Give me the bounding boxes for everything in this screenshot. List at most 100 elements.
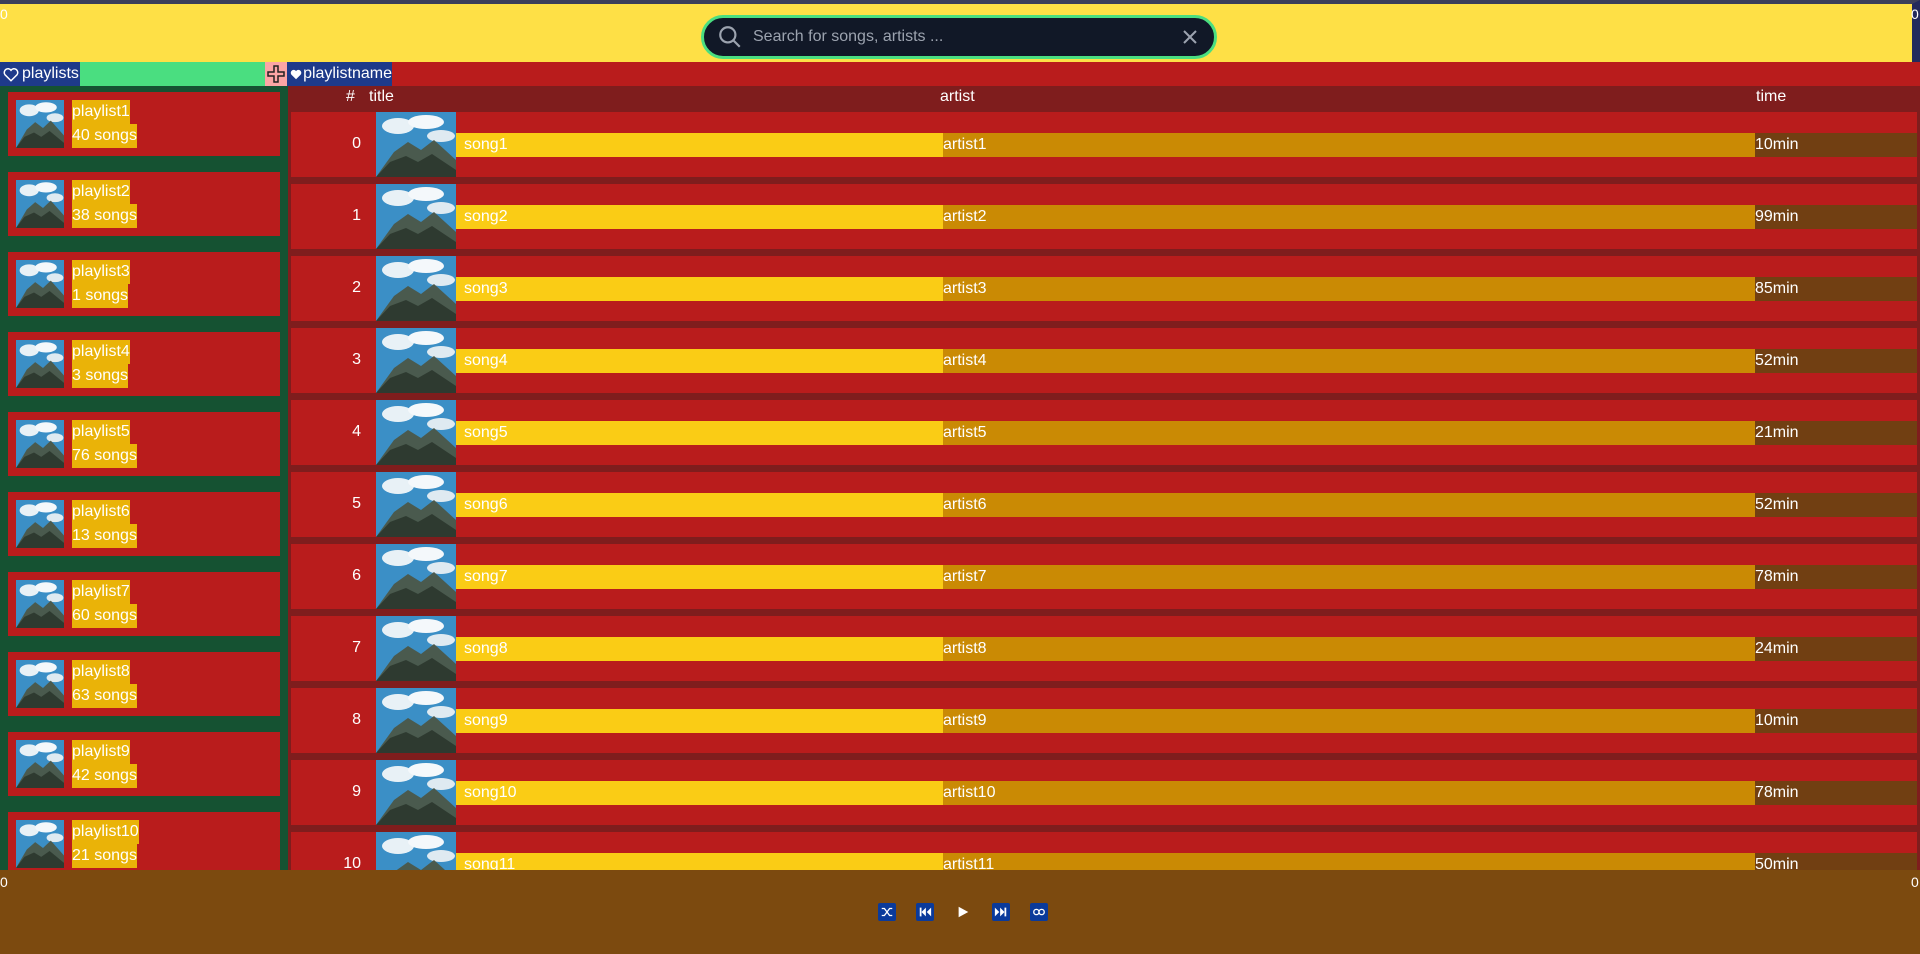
playlist-card[interactable]: playlist1 40 songs [8, 92, 280, 156]
song-cover-image [376, 688, 456, 753]
playlist-card[interactable]: playlist8 63 songs [8, 652, 280, 716]
table-row[interactable]: 9 song10 artist10 78min [291, 760, 1917, 825]
row-number: 2 [352, 279, 361, 296]
song-artist[interactable]: artist7 [943, 565, 1755, 589]
playlist-card[interactable]: playlist7 60 songs [8, 572, 280, 636]
song-artist[interactable]: artist6 [943, 493, 1755, 517]
tab-playlistname[interactable]: playlistname [287, 62, 392, 86]
playlist-info: playlist3 1 songs [72, 260, 130, 308]
shuffle-button[interactable] [878, 903, 896, 921]
playlist-info: playlist10 21 songs [72, 820, 139, 868]
playlist-cover-image [16, 740, 64, 788]
counter-bottom-left: 0 [0, 874, 8, 890]
song-title[interactable]: song7 [456, 565, 943, 589]
playlist-name: playlist10 [72, 820, 139, 844]
header-artist[interactable]: artist [940, 88, 975, 106]
player-bar [0, 870, 1920, 954]
table-row[interactable]: 8 song9 artist9 10min [291, 688, 1917, 753]
song-title[interactable]: song10 [456, 781, 943, 805]
header-num: # [346, 88, 355, 105]
song-title[interactable]: song6 [456, 493, 943, 517]
playlist-card[interactable]: playlist9 42 songs [8, 732, 280, 796]
playlist-card[interactable]: playlist10 21 songs [8, 812, 280, 870]
song-artist[interactable]: artist5 [943, 421, 1755, 445]
song-cover-image [376, 616, 456, 681]
playlist-song-count: 13 songs [72, 524, 137, 548]
table-row[interactable]: 3 song4 artist4 52min [291, 328, 1917, 393]
song-time: 24min [1755, 637, 1917, 661]
song-cover-image [376, 112, 456, 177]
song-artist[interactable]: artist3 [943, 277, 1755, 301]
next-button[interactable] [992, 903, 1010, 921]
playlist-info: playlist2 38 songs [72, 180, 137, 228]
playlist-card[interactable]: playlist2 38 songs [8, 172, 280, 236]
shuffle-icon [881, 907, 893, 917]
table-row[interactable]: 0 song1 artist1 10min [291, 112, 1917, 177]
repeat-button[interactable] [1030, 903, 1048, 921]
table-row[interactable]: 2 song3 artist3 85min [291, 256, 1917, 321]
play-button[interactable] [954, 903, 972, 921]
table-row[interactable]: 5 song6 artist6 52min [291, 472, 1917, 537]
playlist-card[interactable]: playlist3 1 songs [8, 252, 280, 316]
song-artist[interactable]: artist8 [943, 637, 1755, 661]
top-bar [0, 0, 1920, 62]
song-title[interactable]: song8 [456, 637, 943, 661]
playlist-card[interactable]: playlist5 76 songs [8, 412, 280, 476]
song-artist[interactable]: artist10 [943, 781, 1755, 805]
song-title[interactable]: song3 [456, 277, 943, 301]
table-header: # title artist time [288, 86, 1920, 110]
playlist-song-count: 1 songs [72, 284, 129, 308]
tab-row: playlists playlistname [0, 62, 1920, 86]
counter-top-left: 0 [0, 6, 8, 22]
playlist-card[interactable]: playlist6 13 songs [8, 492, 280, 556]
tab-playlists-label: playlists [22, 65, 79, 82]
song-artist[interactable]: artist4 [943, 349, 1755, 373]
counter-bottom-right: 0 [1911, 874, 1919, 890]
add-playlist-button[interactable] [265, 62, 287, 86]
song-cover-image [376, 760, 456, 825]
player-controls [878, 903, 1068, 921]
table-row[interactable]: 10 song11 artist11 50min [291, 832, 1917, 870]
song-title[interactable]: song4 [456, 349, 943, 373]
playlist-song-count: 38 songs [72, 204, 137, 228]
table-row[interactable]: 4 song5 artist5 21min [291, 400, 1917, 465]
song-title[interactable]: song2 [456, 205, 943, 229]
song-title[interactable]: song1 [456, 133, 943, 157]
tab-playlists[interactable]: playlists [0, 62, 80, 86]
playlist-song-count: 3 songs [72, 364, 129, 388]
song-time: 85min [1755, 277, 1917, 301]
search-input[interactable] [753, 28, 1180, 46]
search-icon [719, 26, 741, 48]
header-title[interactable]: title [369, 88, 394, 106]
song-artist[interactable]: artist1 [943, 133, 1755, 157]
playlist-song-count: 63 songs [72, 684, 137, 708]
song-artist[interactable]: artist9 [943, 709, 1755, 733]
song-cover-image [376, 472, 456, 537]
song-title[interactable]: song9 [456, 709, 943, 733]
song-time: 78min [1755, 781, 1917, 805]
playlist-name-input-area[interactable] [80, 62, 265, 86]
table-row[interactable]: 7 song8 artist8 24min [291, 616, 1917, 681]
playlist-name: playlist4 [72, 340, 130, 364]
previous-button[interactable] [916, 903, 934, 921]
song-artist[interactable]: artist2 [943, 205, 1755, 229]
song-title[interactable]: song11 [456, 853, 943, 870]
table-row[interactable]: 1 song2 artist2 99min [291, 184, 1917, 249]
song-cover-image [376, 832, 456, 870]
playlist-card[interactable]: playlist4 3 songs [8, 332, 280, 396]
song-time: 10min [1755, 133, 1917, 157]
playlist-info: playlist1 40 songs [72, 100, 137, 148]
next-icon [994, 907, 1007, 917]
song-time: 78min [1755, 565, 1917, 589]
close-icon[interactable] [1180, 27, 1200, 47]
table-row[interactable]: 6 song7 artist7 78min [291, 544, 1917, 609]
playlist-name: playlist5 [72, 420, 130, 444]
song-artist[interactable]: artist11 [943, 853, 1755, 870]
song-time: 99min [1755, 205, 1917, 229]
playlist-info: playlist4 3 songs [72, 340, 130, 388]
song-title[interactable]: song5 [456, 421, 943, 445]
song-time: 10min [1755, 709, 1917, 733]
row-number: 0 [352, 135, 361, 152]
playlist-info: playlist7 60 songs [72, 580, 137, 628]
header-time[interactable]: time [1756, 88, 1786, 106]
